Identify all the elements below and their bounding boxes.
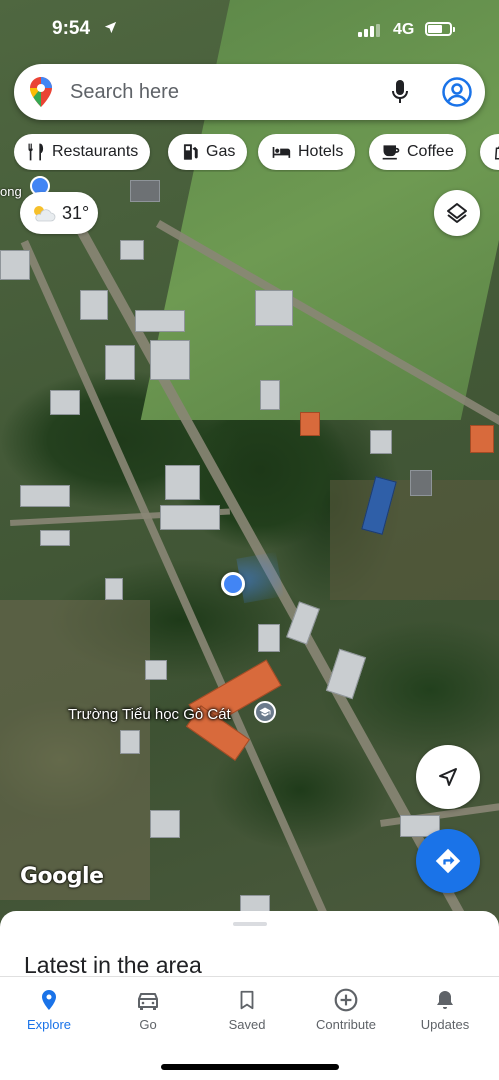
building <box>150 810 180 838</box>
layers-button[interactable] <box>434 190 480 236</box>
building <box>120 240 144 260</box>
weather-temperature: 31° <box>62 202 90 223</box>
nav-contribute[interactable]: Contribute <box>301 987 391 1032</box>
building <box>120 730 140 754</box>
search-placeholder[interactable]: Search here <box>70 81 179 104</box>
bed-icon <box>272 147 291 158</box>
building <box>160 505 220 530</box>
chip-more[interactable] <box>480 134 499 170</box>
account-icon[interactable] <box>441 76 473 108</box>
building <box>0 250 30 280</box>
chip-label: Restaurants <box>52 143 139 160</box>
building <box>325 648 367 700</box>
navigation-arrow-icon <box>439 768 457 786</box>
shopping-bag-icon <box>494 146 499 160</box>
building <box>135 310 185 332</box>
fork-knife-icon <box>28 143 44 161</box>
chip-hotels[interactable]: Hotels <box>258 134 356 170</box>
cell-signal-icon <box>358 24 380 37</box>
bell-icon <box>437 991 453 1009</box>
directions-icon <box>435 848 461 874</box>
building <box>20 485 70 507</box>
sheet-title: Latest in the area <box>24 952 202 978</box>
google-maps-pin-icon <box>30 77 52 107</box>
building <box>300 412 320 436</box>
building <box>260 380 280 410</box>
building <box>150 340 190 380</box>
place-label-fragment[interactable]: ong <box>0 184 22 199</box>
chip-label: Gas <box>206 143 236 160</box>
explore-pin-icon <box>42 990 56 1010</box>
chip-restaurants[interactable]: Restaurants <box>14 134 151 170</box>
nav-explore[interactable]: Explore <box>4 987 94 1032</box>
bottom-navigation: Explore Go Saved Contribute Updates <box>0 976 499 1040</box>
layers-icon <box>447 203 467 223</box>
recenter-button[interactable] <box>416 745 480 809</box>
building <box>145 660 167 680</box>
partly-cloudy-icon <box>34 206 56 222</box>
add-circle-icon <box>334 988 358 1012</box>
bookmark-icon <box>240 990 254 1010</box>
nav-label: Saved <box>228 1017 266 1032</box>
location-arrow-icon <box>104 21 117 34</box>
building <box>165 465 200 500</box>
building <box>130 180 160 202</box>
building <box>80 290 108 320</box>
network-type: 4G <box>393 21 415 38</box>
building <box>255 290 293 326</box>
chip-label: Coffee <box>407 143 454 160</box>
search-bar[interactable]: Search here <box>14 64 485 120</box>
coffee-cup-icon <box>382 145 400 160</box>
chip-gas[interactable]: Gas <box>168 134 248 170</box>
nav-go[interactable]: Go <box>103 987 193 1032</box>
drag-handle[interactable] <box>233 922 267 926</box>
building <box>40 530 70 546</box>
home-indicator[interactable] <box>161 1064 339 1070</box>
car-icon <box>138 993 158 1010</box>
status-bar: 9:54 4G <box>0 0 499 58</box>
current-location-dot[interactable] <box>221 572 245 596</box>
nav-label: Contribute <box>316 1017 376 1032</box>
google-attribution: Google <box>20 864 104 889</box>
building <box>258 624 280 652</box>
chip-coffee[interactable]: Coffee <box>369 134 466 170</box>
category-chips: Restaurants Gas Hotels Coffee <box>14 134 499 172</box>
nav-saved[interactable]: Saved <box>202 987 292 1032</box>
nav-label: Explore <box>26 1017 72 1032</box>
poi-label[interactable]: Trường Tiểu học Gò Cát <box>68 706 231 723</box>
orchard-field <box>330 480 499 600</box>
nav-label: Updates <box>420 1017 470 1032</box>
weather-chip[interactable]: 31° <box>20 192 98 234</box>
nav-updates[interactable]: Updates <box>400 987 490 1032</box>
battery-icon <box>425 22 455 36</box>
building <box>370 430 392 454</box>
nav-label: Go <box>139 1017 157 1032</box>
building <box>50 390 80 415</box>
status-time: 9:54 <box>52 18 91 39</box>
building <box>105 345 135 380</box>
microphone-icon[interactable] <box>390 78 410 106</box>
building <box>105 578 123 600</box>
directions-button[interactable] <box>416 829 480 893</box>
gas-pump-icon <box>183 144 198 160</box>
building <box>410 470 432 496</box>
building <box>470 425 494 453</box>
school-icon[interactable] <box>254 701 276 723</box>
chip-label: Hotels <box>298 143 344 160</box>
